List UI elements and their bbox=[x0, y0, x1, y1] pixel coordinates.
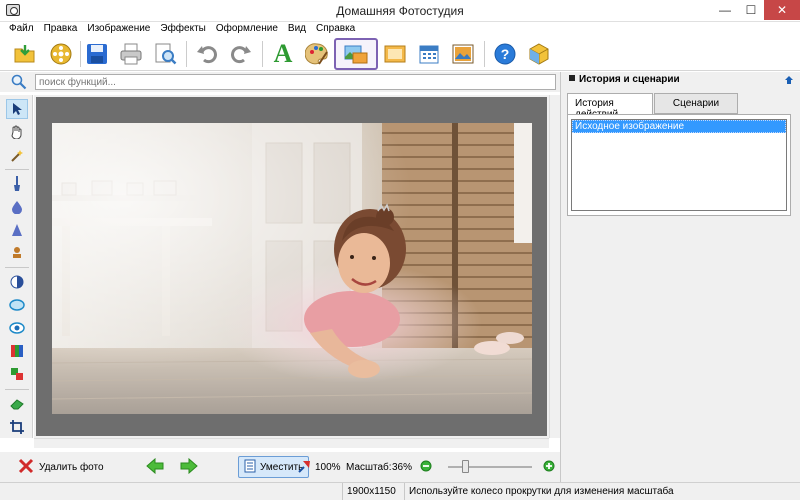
status-dimensions: 1900x1150 bbox=[342, 483, 404, 500]
delete-photo-label: Удалить фото bbox=[39, 461, 104, 473]
search-icon bbox=[11, 74, 27, 93]
drop-tool-icon[interactable] bbox=[8, 198, 26, 216]
brush-tool-icon[interactable] bbox=[8, 175, 26, 193]
photo-preview[interactable] bbox=[52, 123, 532, 414]
menu-design[interactable]: Оформление bbox=[211, 22, 283, 34]
tab-scenarios[interactable]: Сценарии bbox=[654, 93, 738, 114]
minimize-button[interactable]: — bbox=[712, 0, 738, 20]
image-frame-icon[interactable] bbox=[334, 38, 378, 70]
previous-photo-button[interactable] bbox=[146, 456, 164, 478]
sharpen-tool-icon[interactable] bbox=[8, 221, 26, 239]
fit-icon bbox=[244, 459, 256, 476]
film-reel-icon[interactable] bbox=[46, 39, 76, 69]
preview-icon[interactable] bbox=[150, 39, 180, 69]
redo-icon[interactable] bbox=[226, 39, 256, 69]
next-photo-button[interactable] bbox=[180, 456, 198, 478]
crop-tool-icon[interactable] bbox=[8, 418, 26, 436]
close-button[interactable]: ✕ bbox=[764, 0, 800, 20]
zoom-out-icon bbox=[420, 460, 432, 475]
status-empty-segment bbox=[0, 483, 342, 500]
eye-tool-icon[interactable] bbox=[8, 319, 26, 337]
horizontal-scrollbar[interactable] bbox=[34, 438, 549, 448]
image-canvas-area[interactable] bbox=[34, 95, 549, 438]
pointer-tool-icon[interactable] bbox=[6, 99, 28, 119]
print-icon[interactable] bbox=[116, 39, 146, 69]
menu-edit[interactable]: Правка bbox=[39, 22, 83, 34]
menu-bar: Файл Правка Изображение Эффекты Оформление Ви… bbox=[0, 22, 800, 37]
history-list[interactable]: Исходное изображение bbox=[571, 119, 787, 211]
calendar-icon[interactable] bbox=[414, 39, 444, 69]
pin-icon[interactable] bbox=[784, 75, 794, 87]
save-icon[interactable] bbox=[82, 39, 112, 69]
title-bar: Домашняя Фотостудия — ☐ ✕ bbox=[0, 0, 800, 22]
vertical-scrollbar[interactable] bbox=[549, 95, 560, 438]
function-search-bar bbox=[0, 72, 560, 92]
text-letter: A bbox=[273, 39, 293, 68]
scale-label: Масштаб: bbox=[346, 461, 392, 473]
album-icon[interactable] bbox=[380, 39, 410, 69]
status-hint: Используйте колесо прокрутки для изменен… bbox=[404, 483, 800, 500]
arrow-left-icon bbox=[146, 457, 164, 477]
status-bar: 1900x1150 Используйте колесо прокрутки д… bbox=[0, 482, 800, 500]
main-toolbar: A ? bbox=[0, 37, 800, 71]
history-item[interactable]: Исходное изображение bbox=[572, 120, 786, 133]
hand-tool-icon[interactable] bbox=[8, 123, 26, 141]
delete-photo-button[interactable]: Удалить фото bbox=[18, 456, 104, 478]
undo-icon[interactable] bbox=[192, 39, 222, 69]
fit-label: Уместить bbox=[260, 461, 304, 473]
postcard-icon[interactable] bbox=[448, 39, 478, 69]
contrast-tool-icon[interactable] bbox=[8, 273, 26, 291]
ellipse-select-icon[interactable] bbox=[8, 296, 26, 314]
window-title: Домашняя Фотостудия bbox=[336, 4, 464, 18]
eraser-tool-icon[interactable] bbox=[8, 395, 26, 413]
palette-icon[interactable] bbox=[302, 39, 332, 69]
history-tab-body: Исходное изображение bbox=[567, 114, 791, 216]
tool-palette bbox=[0, 95, 33, 438]
magic-wand-icon[interactable] bbox=[8, 147, 26, 165]
search-input[interactable] bbox=[35, 74, 556, 90]
package-icon[interactable] bbox=[524, 39, 554, 69]
menu-help[interactable]: Справка bbox=[311, 22, 360, 34]
color-channels-icon[interactable] bbox=[8, 342, 26, 360]
menu-effects[interactable]: Эффекты bbox=[155, 22, 210, 34]
zoom-in-button[interactable] bbox=[543, 456, 555, 478]
tab-history[interactable]: История действий bbox=[567, 93, 653, 120]
zoom-slider-track[interactable] bbox=[448, 466, 532, 468]
help-icon[interactable]: ? bbox=[490, 39, 520, 69]
arrow-right-icon bbox=[180, 457, 198, 477]
panel-title: История и сценарии bbox=[579, 74, 680, 85]
zoom-in-icon bbox=[543, 460, 555, 475]
canvas-background bbox=[36, 97, 547, 436]
menu-image[interactable]: Изображение bbox=[82, 22, 155, 34]
zoom-icon bbox=[298, 459, 312, 476]
svg-text:?: ? bbox=[501, 46, 510, 62]
delete-x-icon bbox=[18, 458, 34, 477]
zoom-out-button[interactable] bbox=[420, 456, 432, 478]
panel-header: История и сценарии bbox=[565, 74, 797, 90]
zoom-100-label: 100% bbox=[315, 461, 341, 473]
scale-value: 36% bbox=[392, 461, 413, 473]
zoom-100-button[interactable]: 100% bbox=[298, 456, 341, 478]
stamp-tool-icon[interactable] bbox=[8, 244, 26, 262]
menu-file[interactable]: Файл bbox=[0, 22, 39, 34]
history-panel: История и сценарии История действий Сцен… bbox=[560, 72, 800, 452]
replace-color-icon[interactable] bbox=[8, 365, 26, 383]
menu-view[interactable]: Вид bbox=[283, 22, 311, 34]
open-folder-icon[interactable] bbox=[10, 39, 40, 69]
panel-bullet-icon bbox=[569, 75, 575, 81]
maximize-button[interactable]: ☐ bbox=[738, 0, 764, 20]
text-effect-icon[interactable]: A bbox=[268, 39, 298, 69]
zoom-slider-thumb[interactable] bbox=[461, 460, 469, 473]
panel-bottom-area bbox=[560, 452, 800, 482]
